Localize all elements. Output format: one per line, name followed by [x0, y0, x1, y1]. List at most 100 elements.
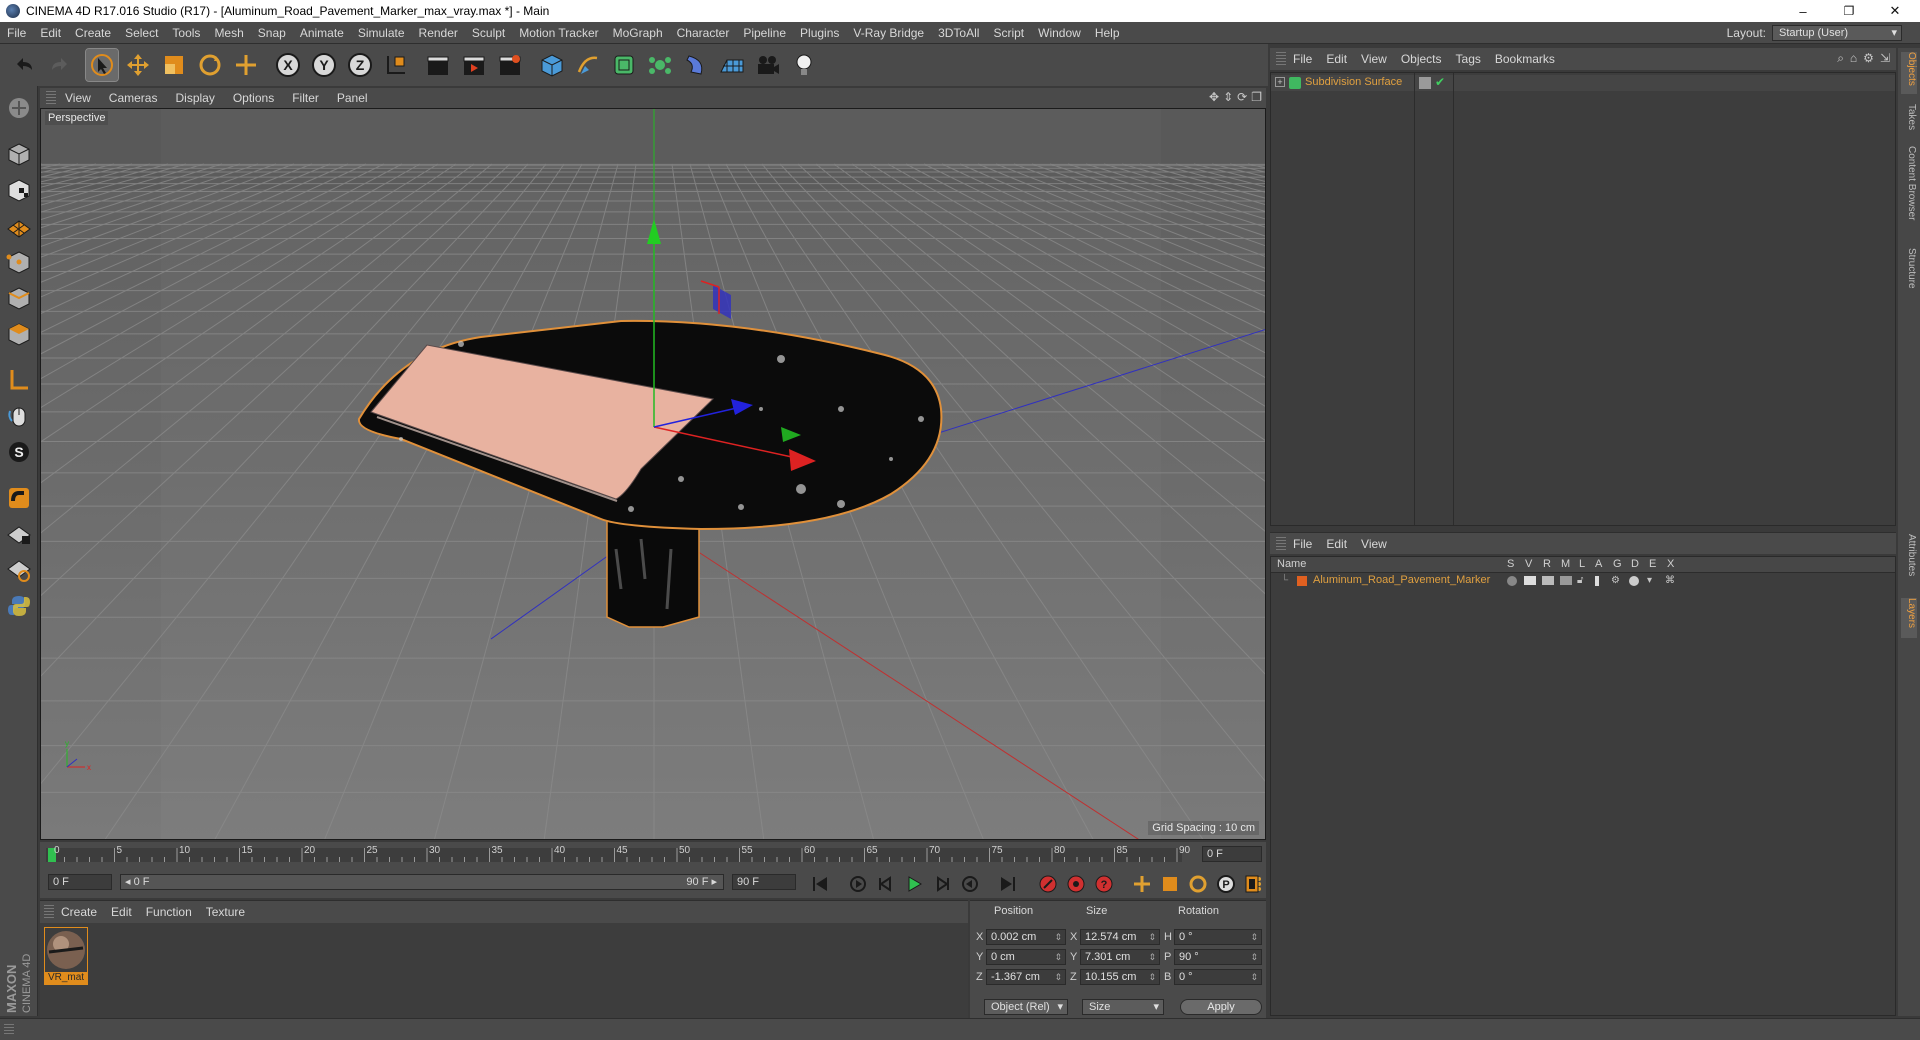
objects-menu-file[interactable]: File: [1286, 52, 1319, 66]
manager-icon[interactable]: [1560, 576, 1572, 585]
zoom-view-icon[interactable]: ⇕: [1223, 90, 1233, 104]
layers-menu-view[interactable]: View: [1354, 537, 1394, 551]
expression-icon[interactable]: ▾: [1647, 575, 1652, 586]
object-name[interactable]: Subdivision Surface: [1305, 76, 1402, 88]
python-script-button[interactable]: [3, 590, 35, 622]
coordinate-mode-dropdown[interactable]: Object (Rel): [984, 999, 1068, 1015]
rotation-p-field[interactable]: 90 °: [1174, 949, 1262, 965]
home-icon[interactable]: ⌂: [1850, 51, 1857, 66]
menu-help[interactable]: Help: [1088, 26, 1127, 40]
previous-key-button[interactable]: [846, 873, 870, 895]
move-tool-button[interactable]: [122, 49, 154, 81]
tab-takes[interactable]: Takes: [1901, 104, 1917, 144]
edges-mode-button[interactable]: [3, 282, 35, 314]
goto-start-button[interactable]: [808, 873, 832, 895]
live-selection-button[interactable]: [85, 48, 119, 82]
object-row-subdivision-surface[interactable]: + Subdivision Surface ✔: [1271, 75, 1895, 91]
render-to-picture-viewer-button[interactable]: [458, 49, 490, 81]
menu-plugins[interactable]: Plugins: [793, 26, 846, 40]
material-swatch[interactable]: VR_mat: [44, 927, 88, 985]
material-menu-texture[interactable]: Texture: [199, 905, 252, 919]
axis-mode-button[interactable]: [3, 364, 35, 396]
col-deformers[interactable]: D: [1631, 558, 1639, 570]
menu-animate[interactable]: Animate: [293, 26, 351, 40]
col-solo[interactable]: S: [1507, 558, 1514, 570]
layer-name[interactable]: Aluminum_Road_Pavement_Marker: [1313, 574, 1490, 586]
menu-motion-tracker[interactable]: Motion Tracker: [512, 26, 605, 40]
close-window-button[interactable]: ✕: [1872, 0, 1918, 22]
objects-menu-view[interactable]: View: [1354, 52, 1394, 66]
snap-button[interactable]: S: [3, 436, 35, 468]
col-manager[interactable]: M: [1561, 558, 1570, 570]
layer-visibility-icon[interactable]: [1419, 77, 1431, 89]
menu-edit[interactable]: Edit: [33, 26, 68, 40]
rotation-h-field[interactable]: 0 °: [1174, 929, 1262, 945]
tab-content-browser[interactable]: Content Browser: [1901, 146, 1917, 242]
size-z-field[interactable]: 10.155 cm: [1080, 969, 1160, 985]
material-menu-create[interactable]: Create: [54, 905, 104, 919]
deformer-button[interactable]: [680, 49, 712, 81]
rotation-key-button[interactable]: [1186, 873, 1210, 895]
viewport-menu-display[interactable]: Display: [166, 91, 223, 105]
locked-workplane-button[interactable]: [3, 518, 35, 550]
mograph-cloner-button[interactable]: [644, 49, 676, 81]
rotate-view-icon[interactable]: ⟳: [1237, 90, 1247, 104]
light-object-button[interactable]: [788, 49, 820, 81]
menu-select[interactable]: Select: [118, 26, 165, 40]
viewport-menu-panel[interactable]: Panel: [328, 91, 377, 105]
tab-attributes[interactable]: Attributes: [1901, 534, 1917, 594]
autokeying-button[interactable]: [1064, 873, 1088, 895]
planar-workplane-button[interactable]: [3, 554, 35, 586]
panel-grip[interactable]: [46, 91, 56, 105]
size-y-field[interactable]: 7.301 cm: [1080, 949, 1160, 965]
z-axis-button[interactable]: Z: [344, 49, 376, 81]
menu-sculpt[interactable]: Sculpt: [465, 26, 512, 40]
generator-icon[interactable]: ⚙: [1611, 575, 1620, 586]
last-tool-button[interactable]: [230, 49, 262, 81]
tab-structure[interactable]: Structure: [1901, 248, 1917, 308]
menu-file[interactable]: File: [0, 26, 33, 40]
col-name[interactable]: Name: [1277, 558, 1306, 570]
make-editable-button[interactable]: [3, 92, 35, 124]
menu-window[interactable]: Window: [1031, 26, 1088, 40]
position-x-field[interactable]: 0.002 cm: [986, 929, 1066, 945]
position-key-button[interactable]: [1130, 873, 1154, 895]
subdivision-surface-button[interactable]: [608, 49, 640, 81]
toggle-view-icon[interactable]: ❐: [1251, 90, 1262, 104]
render-clapper-icon[interactable]: [1542, 576, 1554, 585]
frame-range-slider[interactable]: ◂ 0 F 90 F ▸: [120, 874, 724, 890]
size-x-field[interactable]: 12.574 cm: [1080, 929, 1160, 945]
next-frame-button[interactable]: [930, 873, 954, 895]
layers-menu-edit[interactable]: Edit: [1319, 537, 1354, 551]
viewport-menu-view[interactable]: View: [56, 91, 100, 105]
menu-mesh[interactable]: Mesh: [207, 26, 250, 40]
viewport-menu-cameras[interactable]: Cameras: [100, 91, 167, 105]
view-eye-icon[interactable]: [1524, 576, 1536, 585]
menu-vray-bridge[interactable]: V-Ray Bridge: [846, 26, 931, 40]
spline-pen-button[interactable]: [572, 49, 604, 81]
tweak-mode-button[interactable]: [3, 400, 35, 432]
col-generators[interactable]: G: [1613, 558, 1622, 570]
perspective-viewport[interactable]: y x Perspective Grid Spacing : 10 cm: [40, 108, 1266, 840]
workplane-button[interactable]: [3, 210, 35, 242]
keyframe-selection-button[interactable]: ?: [1092, 873, 1116, 895]
points-mode-button[interactable]: [3, 246, 35, 278]
redo-button[interactable]: [44, 49, 76, 81]
y-axis-button[interactable]: Y: [308, 49, 340, 81]
menu-character[interactable]: Character: [670, 26, 737, 40]
menu-tools[interactable]: Tools: [165, 26, 207, 40]
x-axis-button[interactable]: X: [272, 49, 304, 81]
tab-objects[interactable]: Objects: [1901, 52, 1917, 94]
end-frame-field[interactable]: 90 F: [732, 874, 796, 890]
material-menu-edit[interactable]: Edit: [104, 905, 139, 919]
col-locked[interactable]: L: [1579, 558, 1585, 570]
layout-dropdown[interactable]: Startup (User): [1772, 25, 1902, 41]
size-mode-dropdown[interactable]: Size: [1082, 999, 1164, 1015]
texture-mode-button[interactable]: [3, 174, 35, 206]
goto-end-button[interactable]: [996, 873, 1020, 895]
enabled-check-icon[interactable]: ✔: [1435, 75, 1445, 89]
minimize-window-button[interactable]: –: [1780, 0, 1826, 22]
lock-icon[interactable]: 🔓︎: [1577, 575, 1583, 586]
menu-simulate[interactable]: Simulate: [351, 26, 412, 40]
model-mode-button[interactable]: [3, 138, 35, 170]
